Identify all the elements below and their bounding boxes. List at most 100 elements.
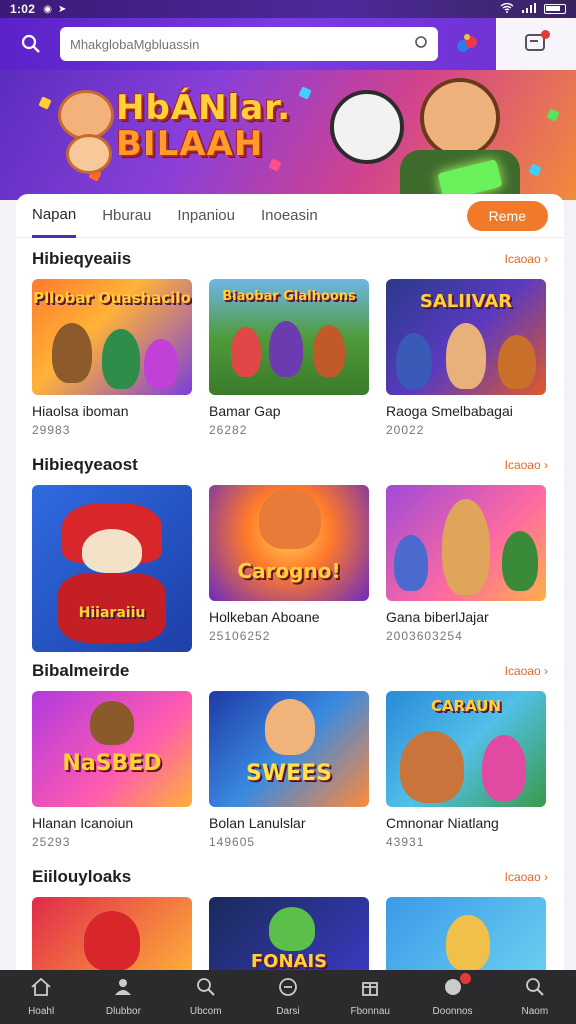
content-card: Napan Hburau Inpaniou Inoeasin Reme Hibi…	[16, 194, 564, 977]
game-name: Raoga Smelbabagai	[386, 403, 513, 419]
nav-play[interactable]: Darsi	[252, 977, 324, 1017]
section-title: Eiilouyloaks	[32, 867, 132, 886]
nav-rewards[interactable]: Fbonnau	[334, 977, 406, 1017]
character	[265, 699, 315, 755]
game-thumbnail[interactable]	[386, 485, 546, 601]
gamepad-icon[interactable]	[450, 27, 484, 61]
nav-label: Hoahl	[28, 1006, 55, 1017]
game-row: FONAIS	[16, 897, 564, 977]
game-name: Hlanan Icanoiun	[32, 815, 134, 831]
promo-banner[interactable]: HbÁNlar. BILAAH	[0, 70, 576, 200]
tab-inpaniou[interactable]: Inpaniou	[177, 194, 235, 238]
character	[82, 529, 142, 573]
game-name: Gana biberlJajar	[386, 609, 489, 625]
section-title: Hibieqyeaost	[32, 455, 138, 474]
profile-icon	[524, 977, 546, 1002]
game-count: 43931	[386, 835, 425, 849]
notification-button[interactable]	[496, 18, 576, 70]
nav-label: Darsi	[276, 1006, 300, 1017]
game-thumbnail[interactable]: Pllobar Ouashacilo	[32, 279, 192, 395]
confetti	[546, 108, 560, 122]
nav-label: Doonnos	[432, 1006, 473, 1017]
character	[442, 499, 490, 595]
nav-profile[interactable]: Naom	[499, 977, 571, 1017]
section-header: Hibieqyeaiis Icaoao ›	[16, 246, 564, 272]
mascot-panda	[330, 90, 404, 164]
tab-hburau[interactable]: Hburau	[102, 194, 151, 238]
game-count: 26282	[209, 423, 248, 437]
game-count: 29983	[32, 423, 71, 437]
search-icon[interactable]	[14, 27, 48, 61]
see-all-label: Icaoao	[504, 458, 541, 472]
see-all-label: Icaoao	[504, 252, 541, 266]
see-all-link[interactable]: Icaoao ›	[505, 252, 548, 266]
game-name: Cmnonar Niatlang	[386, 815, 499, 831]
game-card[interactable]: Carogno! Holkeban Aboane 25106252	[209, 485, 369, 660]
section-header: Eiilouyloaks Icaoao ›	[16, 864, 564, 890]
nav-club[interactable]: Dlubbor	[87, 977, 159, 1017]
nav-search[interactable]: Ubcom	[170, 977, 242, 1017]
reme-button[interactable]: Reme	[466, 200, 548, 231]
nav-label: Ubcom	[189, 1006, 222, 1017]
status-time: 1:02	[10, 2, 36, 16]
character	[231, 327, 261, 377]
signal-icon: ◉	[43, 3, 52, 15]
game-thumbnail[interactable]	[386, 897, 546, 977]
game-card[interactable]: SALIIVAR Raoga Smelbabagai 20022	[386, 279, 546, 437]
game-thumbnail[interactable]: NaSBED	[32, 691, 192, 807]
search-icon	[195, 977, 217, 1002]
game-thumbnail[interactable]: SWEES	[209, 691, 369, 807]
game-card[interactable]: CARAUN Cmnonar Niatlang 43931	[386, 691, 546, 849]
character	[446, 323, 486, 389]
section-2: Hibieqyeaost Icaoao › Hiiaraiiu Carogno!	[16, 452, 564, 660]
game-thumbnail[interactable]	[32, 897, 192, 977]
cell-signal-icon	[522, 2, 536, 16]
character	[90, 701, 134, 745]
character	[446, 915, 490, 971]
game-thumbnail[interactable]: CARAUN	[386, 691, 546, 807]
game-card[interactable]: FONAIS	[209, 897, 369, 977]
nav-notifications[interactable]: Doonnos	[417, 973, 489, 1017]
character	[313, 325, 345, 377]
banner-title-line2: BILAAH	[116, 124, 264, 164]
wifi-icon	[500, 2, 514, 16]
game-card[interactable]: Biaobar Glalhoons Bamar Gap 26282	[209, 279, 369, 437]
character	[269, 907, 315, 951]
nav-home[interactable]: Hoahl	[5, 977, 77, 1017]
game-card[interactable]	[386, 897, 546, 977]
mascot-fox	[66, 134, 112, 174]
game-count: 149605	[209, 835, 256, 849]
search-input[interactable]	[70, 36, 406, 52]
game-card[interactable]: Gana biberlJajar 2003603254	[386, 485, 546, 660]
tab-napan[interactable]: Napan	[32, 194, 77, 238]
game-card[interactable]	[32, 897, 192, 977]
game-count: 20022	[386, 423, 425, 437]
game-name: Bolan Lanulslar	[209, 815, 306, 831]
game-thumbnail[interactable]: Hiiaraiiu	[32, 485, 192, 652]
game-card[interactable]: Pllobar Ouashacilo Hiaolsa iboman 29983	[32, 279, 192, 437]
section-1: Hibieqyeaiis Icaoao › Pllobar Ouashacilo…	[16, 246, 564, 437]
see-all-link[interactable]: Icaoao ›	[505, 870, 548, 884]
game-thumbnail[interactable]: Biaobar Glalhoons	[209, 279, 369, 395]
search-field[interactable]	[60, 27, 438, 61]
tab-bar: Napan Hburau Inpaniou Inoeasin Reme	[16, 194, 564, 238]
section-3: Bibalmeirde Icaoao › NaSBED Hlanan Icano…	[16, 658, 564, 849]
thumb-title: SWEES	[245, 761, 332, 786]
game-card[interactable]: SWEES Bolan Lanulslar 149605	[209, 691, 369, 849]
game-thumbnail[interactable]: SALIIVAR	[386, 279, 546, 395]
camera-icon[interactable]	[414, 35, 428, 54]
character	[502, 531, 538, 591]
game-thumbnail[interactable]: FONAIS	[209, 897, 369, 977]
character	[102, 329, 140, 389]
game-name: Hiaolsa iboman	[32, 403, 129, 419]
see-all-link[interactable]: Icaoao ›	[505, 664, 548, 678]
see-all-link[interactable]: Icaoao ›	[505, 458, 548, 472]
game-card[interactable]: Hiiaraiiu	[32, 485, 192, 660]
game-thumbnail[interactable]: Carogno!	[209, 485, 369, 601]
game-card[interactable]: NaSBED Hlanan Icanoiun 25293	[32, 691, 192, 849]
character	[396, 333, 432, 389]
search-header	[0, 18, 576, 70]
tab-inoeasin[interactable]: Inoeasin	[261, 194, 318, 238]
character	[394, 535, 428, 591]
section-title: Bibalmeirde	[32, 661, 130, 680]
